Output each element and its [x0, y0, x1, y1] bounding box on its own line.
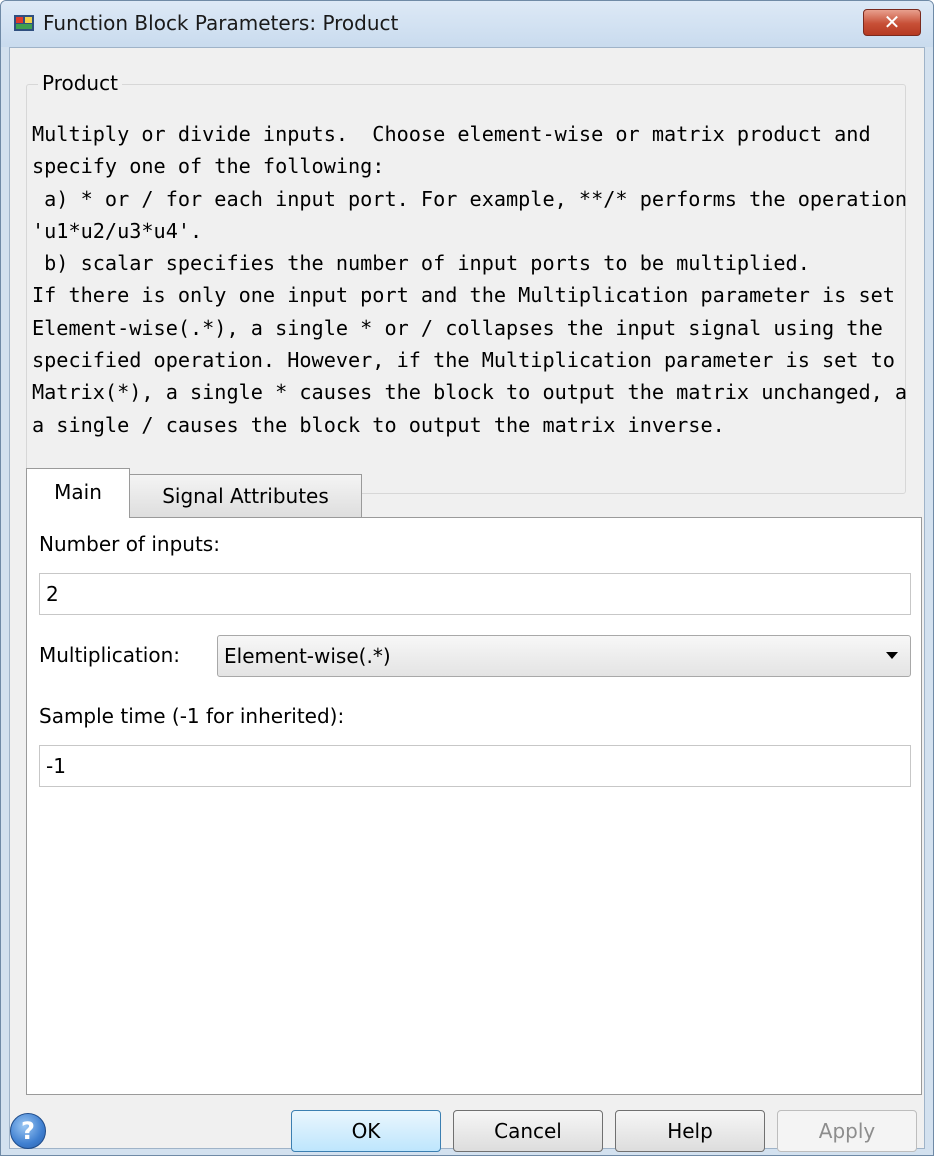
num-inputs-label: Number of inputs:: [39, 532, 220, 556]
num-inputs-field[interactable]: 2: [39, 573, 911, 615]
help-button[interactable]: Help: [615, 1110, 765, 1152]
multiplication-select[interactable]: Element-wise(.*): [217, 635, 911, 677]
title-bar[interactable]: Function Block Parameters: Product ✕: [1, 1, 933, 47]
description-line: specify one of the following:: [32, 154, 385, 179]
description-line: 'u1*u2/u3*u4'.: [32, 218, 203, 243]
sample-time-field[interactable]: -1: [39, 745, 911, 787]
tab-signal-attributes[interactable]: Signal Attributes: [130, 474, 362, 518]
block-description: Multiply or divide inputs. Choose elemen…: [32, 118, 908, 441]
multiplication-label: Multiplication:: [39, 643, 180, 667]
multiplication-value: Element-wise(.*): [224, 644, 391, 668]
help-question-icon[interactable]: ?: [10, 1113, 46, 1149]
window-title: Function Block Parameters: Product: [43, 11, 399, 35]
description-line: Element-wise(.*), a single * or / collap…: [32, 315, 883, 340]
ok-button[interactable]: OK: [291, 1110, 441, 1152]
dialog-window: Function Block Parameters: Product ✕ Pro…: [0, 0, 934, 1156]
description-line: a) * or / for each input port. For examp…: [32, 186, 908, 211]
apply-button[interactable]: Apply: [777, 1110, 917, 1152]
description-line: specified operation. However, if the Mul…: [32, 348, 895, 373]
chevron-down-icon: [886, 652, 898, 659]
simulink-block-icon: [14, 15, 34, 31]
description-line: Matrix(*), a single * causes the block t…: [32, 380, 908, 405]
tab-main[interactable]: Main: [26, 468, 130, 518]
cancel-button[interactable]: Cancel: [453, 1110, 603, 1152]
sample-time-label: Sample time (-1 for inherited):: [39, 704, 345, 728]
main-tab-panel: Number of inputs: 2 Multiplication: Elem…: [26, 517, 922, 1095]
close-button[interactable]: ✕: [863, 9, 921, 36]
description-line: b) scalar specifies the number of input …: [32, 251, 810, 276]
description-line: a single / causes the block to output th…: [32, 412, 725, 437]
close-icon: ✕: [883, 10, 901, 34]
description-line: Multiply or divide inputs. Choose elemen…: [32, 122, 871, 146]
dialog-body: Product Multiply or divide inputs. Choos…: [9, 47, 925, 1152]
description-line: If there is only one input port and the …: [32, 283, 908, 308]
group-title: Product: [38, 71, 122, 95]
